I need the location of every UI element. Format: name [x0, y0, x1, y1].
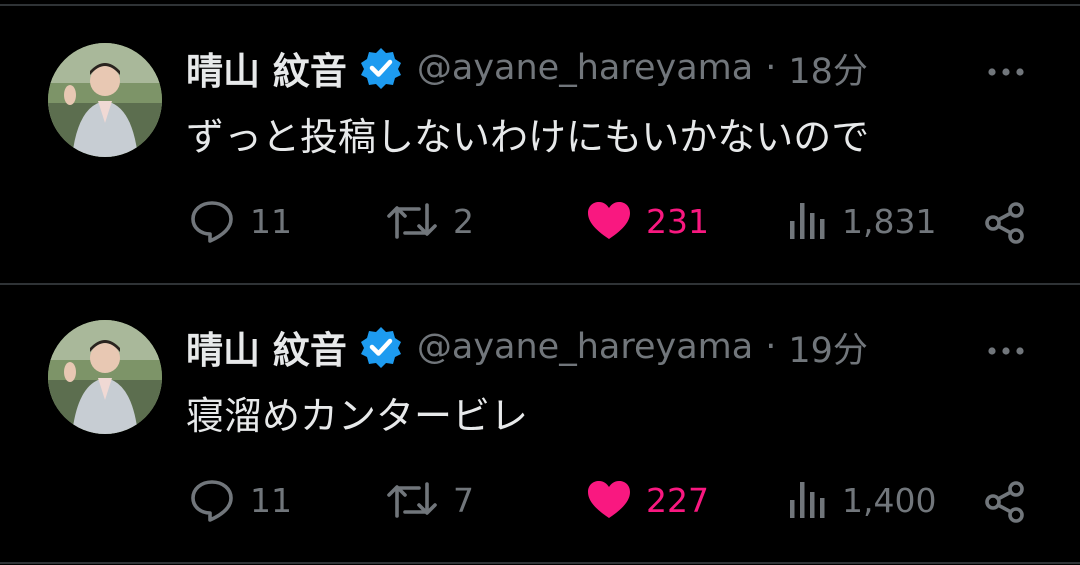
like-count: 231 — [646, 201, 709, 241]
retweet-button[interactable]: 7 — [385, 478, 474, 522]
tweet-text: ずっと投稿しないわけにもいかないので — [186, 115, 870, 159]
display-name[interactable]: 晴山 紋音 — [186, 320, 347, 374]
retweet-count: 2 — [453, 201, 474, 241]
views-button[interactable]: 1,831 — [788, 199, 936, 243]
like-icon — [586, 199, 632, 243]
share-button[interactable] — [983, 480, 1027, 524]
like-count: 227 — [646, 480, 709, 520]
tweet-text: 寝溜めカンタービレ — [186, 394, 529, 438]
avatar[interactable] — [48, 320, 162, 434]
views-icon — [788, 478, 828, 522]
display-name[interactable]: 晴山 紋音 — [186, 41, 347, 95]
timestamp[interactable]: 18分 — [788, 43, 868, 94]
more-icon[interactable] — [986, 52, 1026, 92]
reply-icon — [188, 199, 236, 243]
views-icon — [788, 199, 828, 243]
user-handle[interactable]: @ayane_hareyama — [417, 48, 753, 88]
separator: · — [765, 327, 777, 367]
timestamp[interactable]: 19分 — [788, 322, 868, 373]
reply-count: 11 — [250, 201, 292, 241]
share-icon — [983, 480, 1027, 524]
share-icon — [983, 201, 1027, 245]
retweet-icon — [385, 199, 439, 243]
retweet-button[interactable]: 2 — [385, 199, 474, 243]
tweet-1[interactable]: 晴山 紋音 @ayane_hareyama · 18分 ずっと投稿しないわけにも… — [0, 6, 1080, 284]
like-button[interactable]: 231 — [586, 199, 709, 243]
verified-badge-icon — [359, 325, 403, 369]
views-count: 1,831 — [842, 201, 937, 241]
reply-button[interactable]: 11 — [188, 478, 292, 522]
verified-badge-icon — [359, 46, 403, 90]
views-button[interactable]: 1,400 — [788, 478, 936, 522]
like-button[interactable]: 227 — [586, 478, 709, 522]
reply-icon — [188, 478, 236, 522]
reply-count: 11 — [250, 480, 292, 520]
reply-button[interactable]: 11 — [188, 199, 292, 243]
more-icon[interactable] — [986, 331, 1026, 371]
avatar[interactable] — [48, 43, 162, 157]
views-count: 1,400 — [842, 480, 937, 520]
like-icon — [586, 478, 632, 522]
share-button[interactable] — [983, 201, 1027, 245]
retweet-count: 7 — [453, 480, 474, 520]
tweet-2[interactable]: 晴山 紋音 @ayane_hareyama · 19分 寝溜めカンタービレ 11… — [0, 285, 1080, 563]
separator: · — [765, 48, 777, 88]
user-handle[interactable]: @ayane_hareyama — [417, 327, 753, 367]
divider-bottom — [0, 562, 1080, 564]
retweet-icon — [385, 478, 439, 522]
